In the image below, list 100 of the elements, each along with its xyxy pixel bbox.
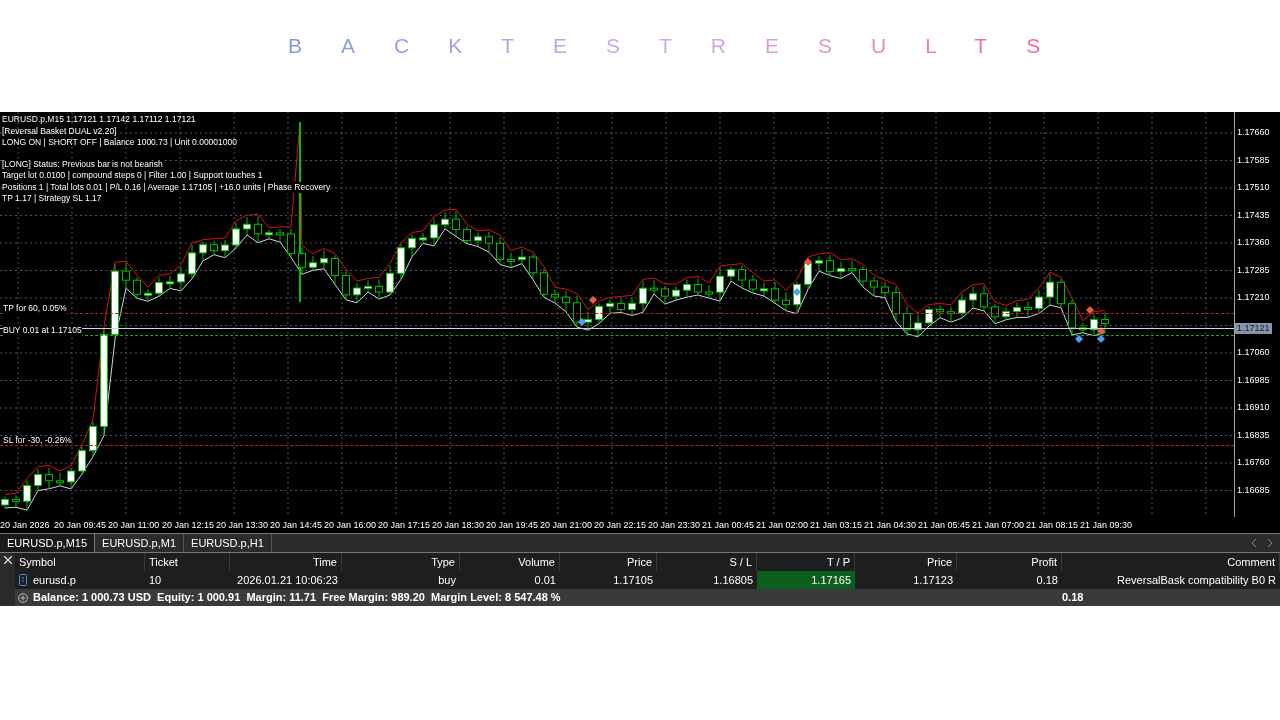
table-cell-text: 1.16805 (712, 573, 754, 588)
time-label: 21 Jan 03:15 (810, 520, 863, 530)
time-label: 21 Jan 04:30 (864, 520, 917, 530)
level-label: SL for -30, -0.26% (3, 434, 72, 446)
candle (1057, 278, 1065, 309)
column-header[interactable]: Profit (957, 553, 1062, 571)
price-label: 1.17210 (1237, 291, 1270, 304)
candle (199, 241, 207, 262)
candle (815, 255, 823, 272)
candle (595, 302, 603, 325)
candle (837, 261, 845, 280)
candle (78, 446, 86, 475)
candle (650, 279, 658, 295)
column-header[interactable]: Type (342, 553, 460, 571)
candle (254, 215, 262, 244)
candle (408, 233, 416, 258)
table-cell-text: 1.17123 (912, 573, 954, 588)
candle (67, 467, 75, 490)
candle (573, 295, 581, 328)
candle (166, 275, 174, 289)
candle (463, 225, 471, 245)
candle (56, 472, 64, 487)
candle (452, 210, 460, 237)
candle (782, 291, 790, 312)
current-price-tag: 1.17121 (1235, 322, 1272, 334)
candle (936, 305, 944, 319)
candle (727, 266, 735, 282)
trade-marker (578, 318, 586, 326)
table-cell-text: 0.18 (1035, 573, 1059, 588)
time-label: 21 Jan 08:15 (1026, 520, 1079, 530)
chart-tab[interactable]: EURUSD.p,M15 (0, 534, 96, 552)
candle (364, 279, 372, 293)
trade-marker (589, 296, 597, 304)
candle (1002, 306, 1010, 321)
candle (606, 298, 614, 314)
time-label: 20 Jan 13:30 (216, 520, 269, 530)
candle (430, 218, 438, 247)
candle (298, 246, 306, 275)
time-label: 21 Jan 02:00 (756, 520, 809, 530)
candle (1079, 322, 1087, 334)
candle (628, 296, 636, 316)
candle (1046, 273, 1054, 306)
time-label: 20 Jan 2026 (0, 520, 50, 530)
chart-info-line: LONG ON | SHORT OFF | Balance 1000.73 | Unit 0.00001000 (2, 137, 238, 149)
candle (947, 306, 955, 323)
time-label: 20 Jan 19:45 (486, 520, 539, 530)
column-header[interactable]: S / L (657, 553, 757, 571)
candle (1090, 313, 1098, 337)
price-label: 1.16835 (1237, 428, 1270, 442)
time-label: 20 Jan 11:00 (108, 520, 160, 530)
close-icon[interactable] (3, 556, 12, 564)
candle (617, 297, 625, 313)
candle (892, 286, 900, 323)
trade-marker (1086, 306, 1094, 314)
scroll-left-icon[interactable] (1252, 539, 1257, 547)
column-header[interactable]: Volume (460, 553, 560, 571)
scroll-right-icon[interactable] (1267, 539, 1272, 547)
candle (914, 314, 922, 338)
candle (243, 216, 251, 236)
candle (144, 288, 152, 302)
candle (562, 290, 570, 313)
price-label: 1.16760 (1237, 456, 1270, 469)
candle (760, 282, 768, 297)
candle (1035, 289, 1043, 314)
table-cell: 1.17165 (757, 571, 855, 589)
price-label: 1.17060 (1237, 346, 1270, 359)
candle (848, 260, 856, 273)
candle (925, 306, 933, 327)
price-label: 1.17435 (1237, 208, 1270, 222)
column-header[interactable]: Price (560, 553, 657, 571)
column-header[interactable]: Comment (1062, 553, 1280, 571)
price-label: 1.16685 (1237, 483, 1270, 497)
candle (342, 271, 350, 301)
chart-info-line: EURUSD.p,M15 1.17121 1.17142 1.17112 1.17121 (2, 114, 197, 126)
column-header[interactable]: Ticket (145, 553, 230, 571)
candle (474, 232, 482, 248)
candle (177, 266, 185, 292)
candle (188, 244, 196, 280)
candle (980, 285, 988, 312)
candle (683, 279, 691, 298)
level-label: BUY 0.01 at 1.17105 (3, 324, 82, 336)
expand-icon[interactable] (18, 592, 28, 603)
candle (45, 467, 53, 490)
time-label: 20 Jan 12:15 (162, 520, 215, 530)
candle (826, 254, 834, 277)
column-header[interactable]: Time (230, 553, 342, 571)
candle (529, 253, 537, 281)
chart-info-line: [Reversal Basket DUAL v2.20] (2, 125, 118, 137)
column-header[interactable]: Price (855, 553, 957, 571)
time-label: 21 Jan 05:45 (918, 520, 971, 530)
document-icon (19, 574, 27, 586)
column-header[interactable]: Symbol (15, 553, 145, 571)
candle (485, 231, 493, 253)
level-label: TP for 60, 0.05% (3, 302, 67, 314)
candle (276, 228, 284, 243)
candle (870, 276, 878, 297)
candle (881, 281, 889, 299)
symbol-text: eurusd.p (33, 573, 76, 588)
candle (1101, 312, 1109, 333)
candle (738, 265, 746, 289)
